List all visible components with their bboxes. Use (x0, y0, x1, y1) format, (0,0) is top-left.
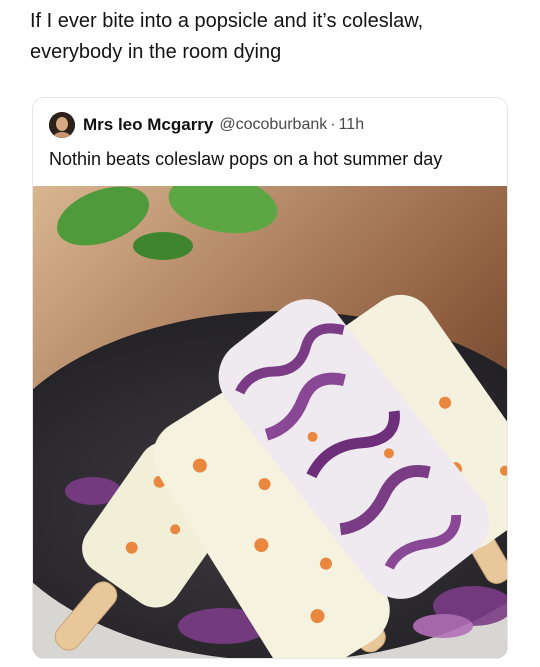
author-handle[interactable]: @cocoburbank (219, 116, 327, 134)
quoted-post-header: Mrs leo Mcgarry @cocoburbank · 11h (49, 111, 364, 139)
caption-line-2: everybody in the room dying (30, 41, 282, 63)
caption-line-1: If I ever bite into a popsicle and it’s … (30, 10, 424, 32)
quoted-post-text: Nothin beats coleslaw pops on a hot summ… (49, 149, 443, 169)
post-caption: If I ever bite into a popsicle and it’s … (30, 6, 510, 68)
author-name[interactable]: Mrs leo Mcgarry (83, 115, 213, 135)
post-timestamp[interactable]: 11h (339, 116, 365, 134)
quoted-post-card[interactable]: Mrs leo Mcgarry @cocoburbank · 11h Nothi… (32, 97, 508, 659)
separator-dot: · (330, 116, 336, 133)
avatar[interactable] (49, 112, 75, 138)
coleslaw-popsicle-photo[interactable] (33, 186, 507, 658)
